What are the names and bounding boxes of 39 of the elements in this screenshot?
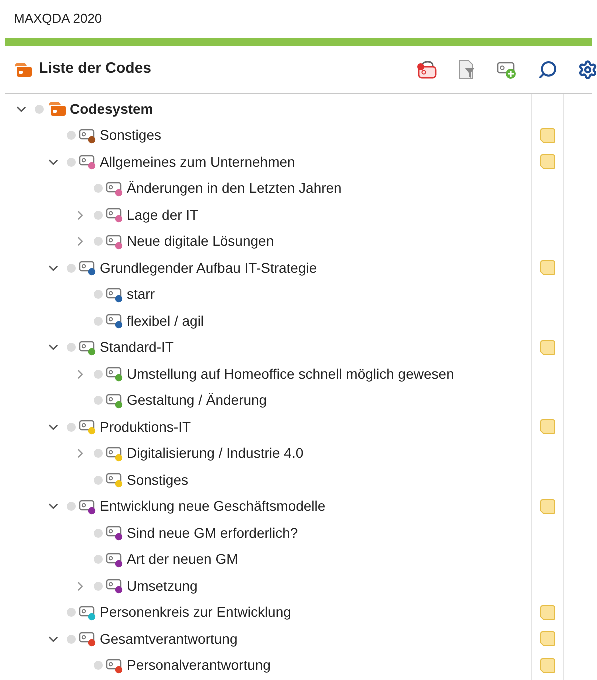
code-label[interactable]: Gesamtverantwortung [100, 628, 238, 650]
settings-icon[interactable] [578, 60, 597, 80]
window-title: MAXQDA 2020 [14, 10, 102, 28]
code-label[interactable]: Änderungen in den Letzten Jahren [127, 178, 342, 200]
memo-icon[interactable] [540, 260, 556, 276]
memo-icon[interactable] [540, 631, 556, 648]
memo-icon[interactable] [540, 419, 556, 436]
code-label[interactable]: Umstellung auf Homeoffice schnell möglich gewesen [127, 364, 454, 385]
code-label[interactable]: Entwicklung neue Geschäftsmodelle [100, 496, 326, 518]
code-label[interactable]: Gestaltung / Änderung [127, 390, 268, 412]
code-label[interactable]: Sonstiges [127, 470, 188, 491]
code-label[interactable]: Art der neuen GM [127, 549, 238, 570]
code-system-icon [13, 62, 33, 78]
code-label[interactable]: Personenkreis zur Entwicklung [100, 602, 292, 624]
code-label[interactable]: Sonstiges [100, 125, 162, 146]
code-label[interactable]: starr [127, 284, 155, 306]
code-label[interactable]: Allgemeines zum Unternehmen [100, 152, 296, 173]
memo-icon[interactable] [540, 498, 556, 515]
code-label[interactable]: Standard-IT [100, 337, 174, 358]
memo-icon[interactable] [540, 604, 556, 621]
memo-icon[interactable] [540, 154, 556, 170]
code-label[interactable]: flexibel / agil [127, 310, 204, 332]
code-label[interactable]: Produktions-IT [100, 416, 192, 438]
panel-title: Liste der Codes [39, 59, 152, 80]
code-label[interactable]: Digitalisierung / Industrie 4.0 [127, 443, 304, 464]
code-tag-plus-icon[interactable] [496, 60, 518, 80]
memo-icon[interactable] [540, 340, 556, 356]
code-label[interactable]: Personalverantwortung [127, 655, 271, 676]
memo-icon[interactable] [540, 658, 556, 674]
code-label[interactable]: Umsetzung [127, 576, 198, 597]
code-label[interactable]: Neue digitale Lösungen [127, 231, 274, 252]
code-system-icon [47, 101, 67, 118]
code-label[interactable]: Codesystem [70, 98, 154, 120]
document-filter-icon[interactable] [458, 60, 476, 80]
search-icon[interactable] [538, 60, 558, 80]
code-label[interactable]: Sind neue GM erforderlich? [127, 522, 298, 544]
code-label[interactable]: Grundlegender Aufbau IT-Strategie [100, 258, 318, 279]
code-label[interactable]: Lage der IT [127, 204, 199, 226]
memo-icon[interactable] [540, 128, 556, 144]
